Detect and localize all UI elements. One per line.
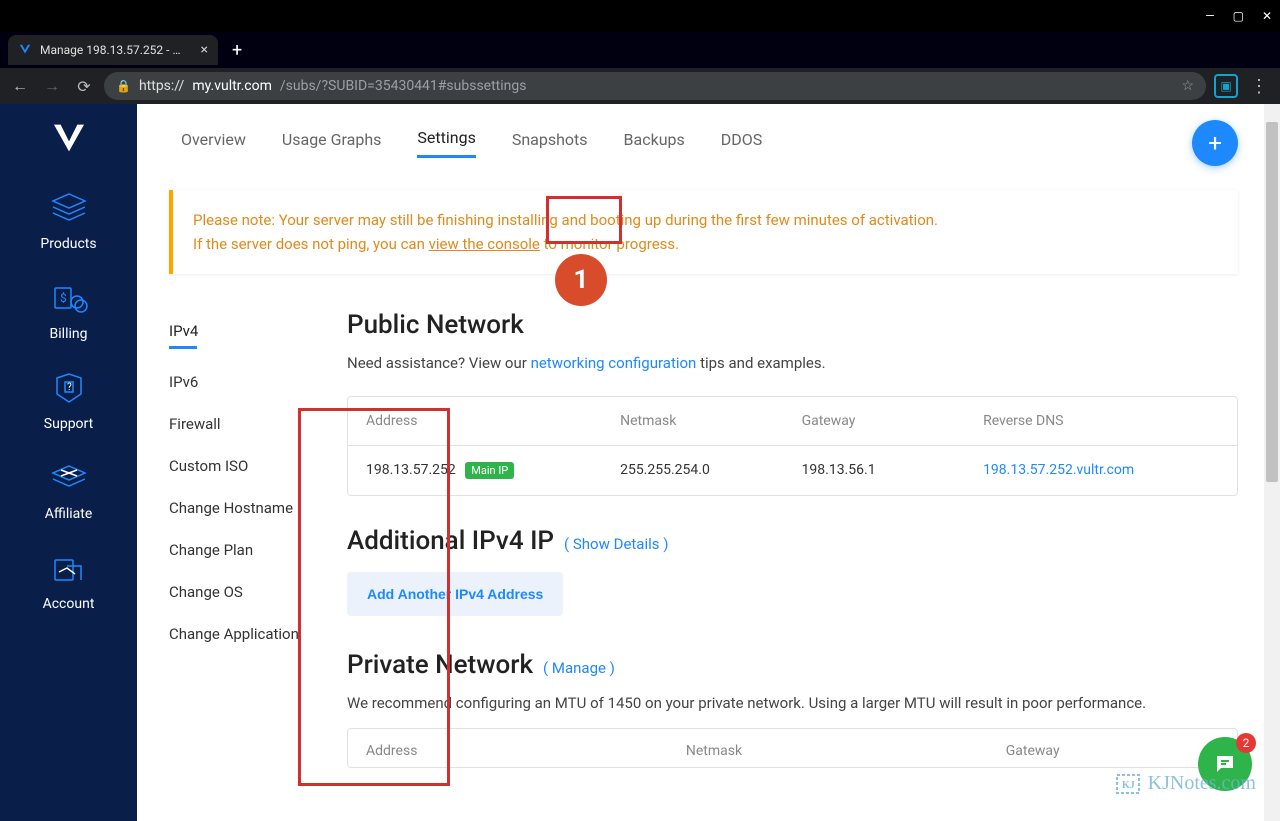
- browser-tab[interactable]: Manage 198.13.57.252 - Vultr... ×: [8, 35, 218, 65]
- col-gateway: Gateway: [802, 413, 984, 429]
- chat-badge: 2: [1236, 733, 1256, 753]
- tab-snapshots[interactable]: Snapshots: [512, 130, 588, 157]
- public-network-table: Address Netmask Gateway Reverse DNS 198.…: [347, 396, 1238, 496]
- subnav-firewall[interactable]: Firewall: [169, 403, 319, 445]
- browser-tab-title: Manage 198.13.57.252 - Vultr...: [40, 43, 187, 57]
- window-titlebar: — ▢ ✕: [0, 0, 1280, 32]
- support-icon: ?: [45, 370, 93, 408]
- cell-gateway: 198.13.56.1: [802, 462, 984, 479]
- account-icon: [45, 550, 93, 588]
- forward-button[interactable]: →: [40, 74, 64, 98]
- notice-line-2: If the server does not ping, you can vie…: [193, 232, 1218, 256]
- col-rdns: Reverse DNS: [983, 413, 1219, 429]
- table-row: 198.13.57.252 Main IP 255.255.254.0 198.…: [348, 446, 1237, 495]
- cell-rdns[interactable]: 198.13.57.252.vultr.com: [983, 462, 1219, 479]
- subnav-ipv6[interactable]: IPv6: [169, 361, 319, 403]
- vultr-logo-icon[interactable]: [49, 118, 89, 158]
- sidebar-item-billing[interactable]: $ Billing: [0, 266, 137, 356]
- url-scheme: https://: [139, 78, 184, 94]
- content-area: Overview Usage Graphs Settings Snapshots…: [137, 104, 1280, 821]
- scroll-thumb[interactable]: [1266, 122, 1278, 482]
- browser-tab-strip: Manage 198.13.57.252 - Vultr... × +: [0, 32, 1280, 68]
- back-button[interactable]: ←: [8, 74, 32, 98]
- sidebar-label: Products: [40, 236, 96, 252]
- subnav-change-os[interactable]: Change OS: [169, 571, 319, 613]
- server-tabs: Overview Usage Graphs Settings Snapshots…: [137, 104, 1280, 170]
- col-netmask: Netmask: [620, 413, 801, 429]
- sidebar-item-products[interactable]: Products: [0, 176, 137, 266]
- lock-icon: 🔒: [116, 79, 131, 93]
- show-details-link[interactable]: ( Show Details ): [564, 535, 668, 553]
- scrollbar[interactable]: [1264, 104, 1280, 821]
- networking-config-link[interactable]: networking configuration: [531, 354, 697, 372]
- cell-netmask: 255.255.254.0: [620, 462, 801, 479]
- sidebar-label: Support: [44, 416, 93, 432]
- subnav-ipv4[interactable]: IPv4: [169, 310, 319, 361]
- svg-text:KJ: KJ: [1122, 780, 1135, 791]
- settings-main-pane: Public Network Need assistance? View our…: [347, 310, 1238, 768]
- window-minimize[interactable]: —: [1205, 9, 1214, 23]
- svg-text:$: $: [60, 291, 67, 305]
- boot-notice: Please note: Your server may still be fi…: [169, 190, 1238, 274]
- affiliate-icon: [45, 460, 93, 498]
- subnav-change-hostname[interactable]: Change Hostname: [169, 487, 319, 529]
- pcol-netmask: Netmask: [686, 743, 1006, 759]
- subnav-change-application[interactable]: Change Application: [169, 613, 319, 655]
- vultr-favicon-icon: [18, 43, 32, 57]
- app-sidebar: Products $ Billing ? Support Affiliate A…: [0, 104, 137, 821]
- sidebar-label: Affiliate: [45, 506, 93, 522]
- new-tab-button[interactable]: +: [232, 40, 242, 61]
- mtu-note: We recommend configuring an MTU of 1450 …: [347, 694, 1238, 712]
- billing-icon: $: [45, 280, 93, 318]
- window-maximize[interactable]: ▢: [1233, 9, 1244, 23]
- pcol-gateway: Gateway: [1006, 743, 1219, 759]
- notice-line-1: Please note: Your server may still be fi…: [193, 208, 1218, 232]
- additional-ipv4-heading: Additional IPv4 IP: [347, 526, 554, 556]
- url-host: my.vultr.com: [192, 78, 272, 94]
- tab-close-icon[interactable]: ×: [201, 42, 208, 58]
- sidebar-label: Billing: [50, 326, 88, 342]
- view-console-link[interactable]: view the console: [429, 235, 540, 253]
- sidebar-item-account[interactable]: Account: [0, 536, 137, 626]
- sidebar-item-affiliate[interactable]: Affiliate: [0, 446, 137, 536]
- chat-button[interactable]: 2: [1198, 737, 1252, 791]
- watermark-icon: KJ: [1114, 769, 1142, 797]
- url-input[interactable]: 🔒 https:// my.vultr.com/subs/?SUBID=35430…: [104, 72, 1206, 100]
- add-ipv4-button[interactable]: Add Another IPv4 Address: [347, 572, 563, 616]
- url-path: /subs/?SUBID=35430441#subssettings: [280, 78, 527, 94]
- public-network-heading: Public Network: [347, 310, 1238, 340]
- extension-icon[interactable]: ▣: [1214, 74, 1238, 98]
- pcol-address: Address: [366, 743, 686, 759]
- tab-usage-graphs[interactable]: Usage Graphs: [282, 130, 382, 157]
- sidebar-label: Account: [43, 596, 95, 612]
- add-server-button[interactable]: +: [1192, 120, 1238, 166]
- private-network-heading: Private Network: [347, 650, 533, 680]
- cell-address: 198.13.57.252 Main IP: [366, 462, 620, 479]
- products-icon: [45, 190, 93, 228]
- browser-menu-icon[interactable]: ⋮: [1246, 76, 1272, 97]
- tab-overview[interactable]: Overview: [181, 130, 246, 157]
- bookmark-icon[interactable]: ☆: [1181, 78, 1194, 94]
- col-address: Address: [366, 413, 620, 429]
- chat-icon: [1213, 752, 1237, 776]
- main-ip-badge: Main IP: [465, 462, 514, 479]
- private-network-table: Address Netmask Gateway: [347, 728, 1238, 768]
- subnav-change-plan[interactable]: Change Plan: [169, 529, 319, 571]
- window-close[interactable]: ✕: [1262, 9, 1272, 23]
- subnav-custom-iso[interactable]: Custom ISO: [169, 445, 319, 487]
- tab-settings[interactable]: Settings: [417, 128, 475, 158]
- manage-private-link[interactable]: ( Manage ): [543, 659, 615, 677]
- reload-button[interactable]: ⟳: [72, 74, 96, 98]
- settings-subnav: IPv4 IPv6 Firewall Custom ISO Change Hos…: [169, 310, 319, 768]
- tab-backups[interactable]: Backups: [624, 130, 685, 157]
- sidebar-item-support[interactable]: ? Support: [0, 356, 137, 446]
- address-bar: ← → ⟳ 🔒 https:// my.vultr.com/subs/?SUBID…: [0, 68, 1280, 104]
- tab-ddos[interactable]: DDOS: [721, 130, 763, 157]
- svg-text:?: ?: [67, 382, 72, 393]
- assistance-text: Need assistance? View our networking con…: [347, 354, 1238, 372]
